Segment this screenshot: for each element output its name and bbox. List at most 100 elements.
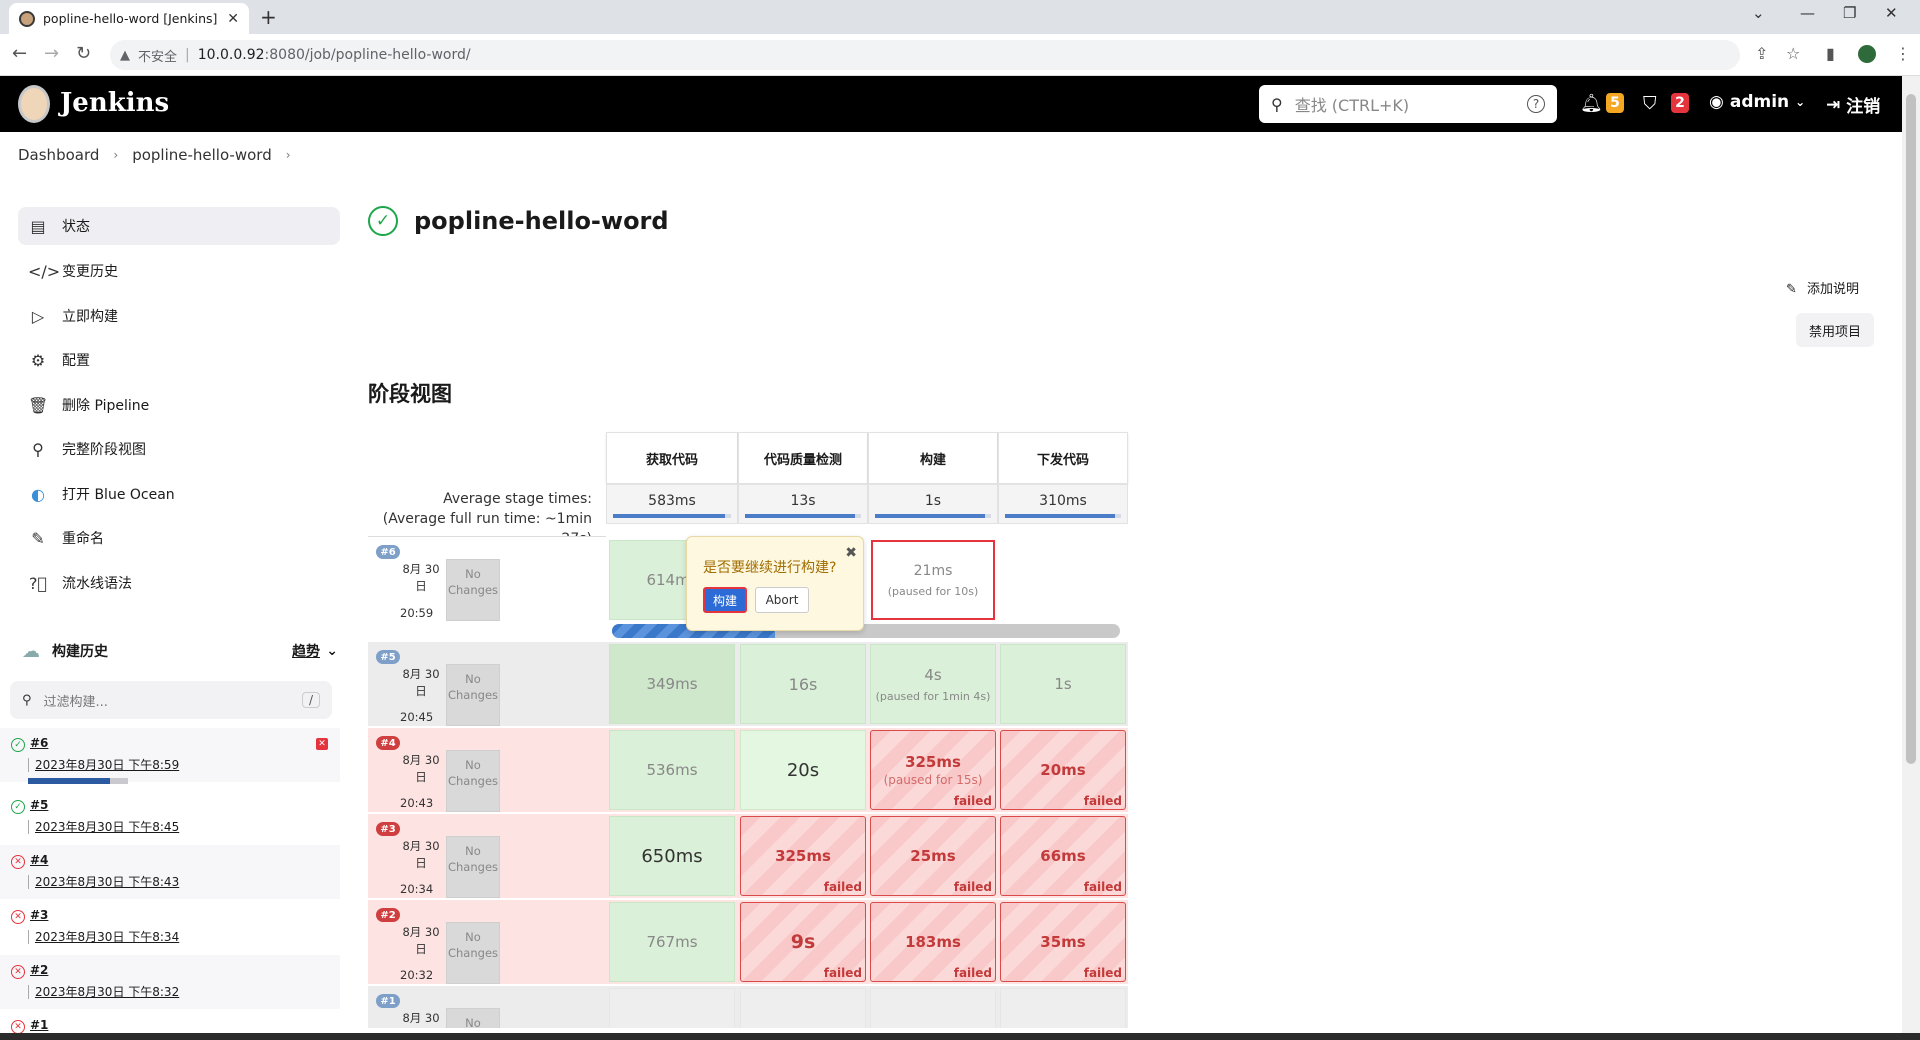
stage-cell[interactable] xyxy=(740,988,866,1028)
build-history-row[interactable]: ✕ #3 2023年8月30日 下午8:34 xyxy=(0,900,340,954)
back-icon[interactable]: ← xyxy=(12,43,27,64)
side-panel-icon[interactable]: ▮ xyxy=(1826,44,1835,63)
bell-icon[interactable]: 🔔︎ xyxy=(1580,93,1603,114)
search-help-icon[interactable]: ? xyxy=(1527,95,1545,113)
url-field[interactable]: ▲ 不安全 | 10.0.0.92:8080/job/popline-hello… xyxy=(110,40,1740,70)
reload-icon[interactable]: ↻ xyxy=(76,43,91,64)
tab-search-chevron-icon[interactable]: ⌄ xyxy=(1752,4,1765,22)
build-history-row[interactable]: ✕ #2 2023年8月30日 下午8:32 xyxy=(0,955,340,1009)
sidebar-item-rename[interactable]: ✎ 重命名 xyxy=(18,519,340,557)
share-icon[interactable]: ⇪ xyxy=(1755,44,1768,63)
run-info[interactable]: #2 8月 30 日 20:32 No Changes xyxy=(368,900,606,984)
build-history-row[interactable]: ✕ #1 xyxy=(0,1010,340,1034)
restore-icon[interactable]: ❐ xyxy=(1843,4,1856,22)
stage-cell[interactable]: 767ms xyxy=(609,902,735,982)
stage-cell[interactable] xyxy=(1000,988,1126,1028)
stage-cell-failed[interactable]: 325ms (paused for 15s) failed xyxy=(870,730,996,810)
sidebar-item-pipeline-syntax[interactable]: ?⃝ 流水线语法 xyxy=(18,564,340,602)
stage-cell-failed[interactable]: 66ms failed xyxy=(1000,816,1126,896)
build-number[interactable]: #6 xyxy=(30,736,48,750)
run-badge[interactable]: #3 xyxy=(376,822,400,836)
build-history-row[interactable]: ✓ #5 2023年8月30日 下午8:45 xyxy=(0,790,340,844)
stage-cell[interactable] xyxy=(870,988,996,1028)
stage-cell[interactable]: 4s (paused for 1min 4s) xyxy=(870,644,996,724)
run-badge[interactable]: #4 xyxy=(376,736,400,750)
run-badge[interactable]: #2 xyxy=(376,908,400,922)
build-number[interactable]: #1 xyxy=(30,1018,48,1032)
stop-build-icon[interactable]: ✕ xyxy=(316,738,328,750)
sidebar-item-delete[interactable]: 🗑︎ 删除 Pipeline xyxy=(18,386,340,424)
forward-icon[interactable]: → xyxy=(44,43,59,64)
security-label[interactable]: 不安全 xyxy=(138,46,177,65)
jenkins-title[interactable]: Jenkins xyxy=(60,88,169,118)
build-number[interactable]: #3 xyxy=(30,908,48,922)
sidebar-item-blue-ocean[interactable]: ◐ 打开 Blue Ocean xyxy=(18,475,340,513)
new-tab-icon[interactable]: + xyxy=(260,5,277,29)
user-menu[interactable]: ◉ admin ⌄ xyxy=(1709,92,1805,112)
run-info[interactable]: #5 8月 30 日 20:45 No Changes xyxy=(368,642,606,726)
stage-cell[interactable]: 1s xyxy=(1000,644,1126,724)
breadcrumb-job[interactable]: popline-hello-word xyxy=(132,146,272,164)
sidebar-item-status[interactable]: ▤ 状态 xyxy=(18,207,340,245)
stage-cell-failed[interactable]: 9s failed xyxy=(740,902,866,982)
sidebar-item-changes[interactable]: </> 变更历史 xyxy=(18,252,340,290)
add-description-button[interactable]: ✎ 添加说明 xyxy=(1786,278,1859,297)
jenkins-logo[interactable] xyxy=(18,85,50,123)
browser-menu-icon[interactable]: ⋮ xyxy=(1895,44,1911,63)
minimize-icon[interactable]: — xyxy=(1800,4,1815,22)
close-tab-icon[interactable]: ✕ xyxy=(227,11,239,27)
logout-link[interactable]: ⇥ 注销 xyxy=(1826,92,1880,118)
browser-tab[interactable]: popline-hello-word [Jenkins] ✕ xyxy=(9,3,249,34)
run-badge[interactable]: #1 xyxy=(376,994,400,1008)
build-history-row[interactable]: ✕ #4 2023年8月30日 下午8:43 xyxy=(0,845,340,899)
build-history-row[interactable]: ✓ #6 2023年8月30日 下午8:59 ✕ xyxy=(0,728,340,784)
build-date[interactable]: 2023年8月30日 下午8:59 xyxy=(28,758,179,772)
sidebar-item-build-now[interactable]: ▷ 立即构建 xyxy=(18,297,340,335)
run-info[interactable]: #6 8月 30 日 20:59 No Changes xyxy=(368,536,606,622)
abort-button[interactable]: Abort xyxy=(755,587,809,613)
close-icon[interactable]: ✖ xyxy=(845,545,857,561)
stage-cell[interactable]: 650ms xyxy=(609,816,735,896)
breadcrumb-dashboard[interactable]: Dashboard xyxy=(18,146,99,164)
stage-cell[interactable]: 20s xyxy=(740,730,866,810)
stage-cell[interactable]: 536ms xyxy=(609,730,735,810)
proceed-button[interactable]: 构建 xyxy=(703,587,747,613)
security-badge[interactable]: 2 xyxy=(1671,93,1689,113)
run-badge[interactable]: #6 xyxy=(376,545,400,559)
disable-project-button[interactable]: 禁用项目 xyxy=(1796,313,1874,347)
trend-link[interactable]: 趋势 xyxy=(292,641,320,661)
sidebar-item-full-stage-view[interactable]: ⚲ 完整阶段视图 xyxy=(18,430,340,468)
notifications-badge[interactable]: 5 xyxy=(1606,93,1624,113)
stage-cell-failed[interactable]: 20ms failed xyxy=(1000,730,1126,810)
stage-cell-failed[interactable]: 25ms failed xyxy=(870,816,996,896)
close-window-icon[interactable]: ✕ xyxy=(1885,4,1898,22)
build-date[interactable]: 2023年8月30日 下午8:45 xyxy=(28,820,179,834)
profile-avatar[interactable] xyxy=(1858,45,1876,63)
build-date[interactable]: 2023年8月30日 下午8:34 xyxy=(28,930,179,944)
build-number[interactable]: #5 xyxy=(30,798,48,812)
run-info[interactable]: #1 8月 30 日 No Changes xyxy=(368,986,606,1028)
stage-cell[interactable]: 349ms xyxy=(609,644,735,724)
warning-icon[interactable]: ▲ xyxy=(120,48,130,63)
filter-builds-input[interactable]: ⚲ 过滤构建... / xyxy=(10,681,332,719)
run-badge[interactable]: #5 xyxy=(376,650,400,664)
stage-cell-paused[interactable]: 21ms (paused for 10s) xyxy=(870,539,996,621)
sidebar-item-configure[interactable]: ⚙ 配置 xyxy=(18,341,340,379)
chevron-right-icon[interactable]: › xyxy=(286,148,291,162)
stage-cell-failed[interactable]: 325ms failed xyxy=(740,816,866,896)
build-number[interactable]: #4 xyxy=(30,853,48,867)
stage-cell-failed[interactable]: 183ms failed xyxy=(870,902,996,982)
bookmark-star-icon[interactable]: ☆ xyxy=(1786,44,1800,63)
build-number[interactable]: #2 xyxy=(30,963,48,977)
run-info[interactable]: #4 8月 30 日 20:43 No Changes xyxy=(368,728,606,812)
scrollbar-thumb[interactable] xyxy=(1906,94,1916,764)
page-scrollbar[interactable] xyxy=(1902,76,1920,1036)
stage-cell-failed[interactable]: 35ms failed xyxy=(1000,902,1126,982)
stage-cell[interactable] xyxy=(609,988,735,1028)
chevron-down-icon[interactable]: ⌄ xyxy=(326,643,338,659)
build-date[interactable]: 2023年8月30日 下午8:43 xyxy=(28,875,179,889)
stage-cell[interactable]: 16s xyxy=(740,644,866,724)
shield-icon[interactable]: ⛉ xyxy=(1643,93,1657,114)
build-date[interactable]: 2023年8月30日 下午8:32 xyxy=(28,985,179,999)
search-input[interactable]: ⚲ 查找 (CTRL+K) ? xyxy=(1259,85,1557,123)
